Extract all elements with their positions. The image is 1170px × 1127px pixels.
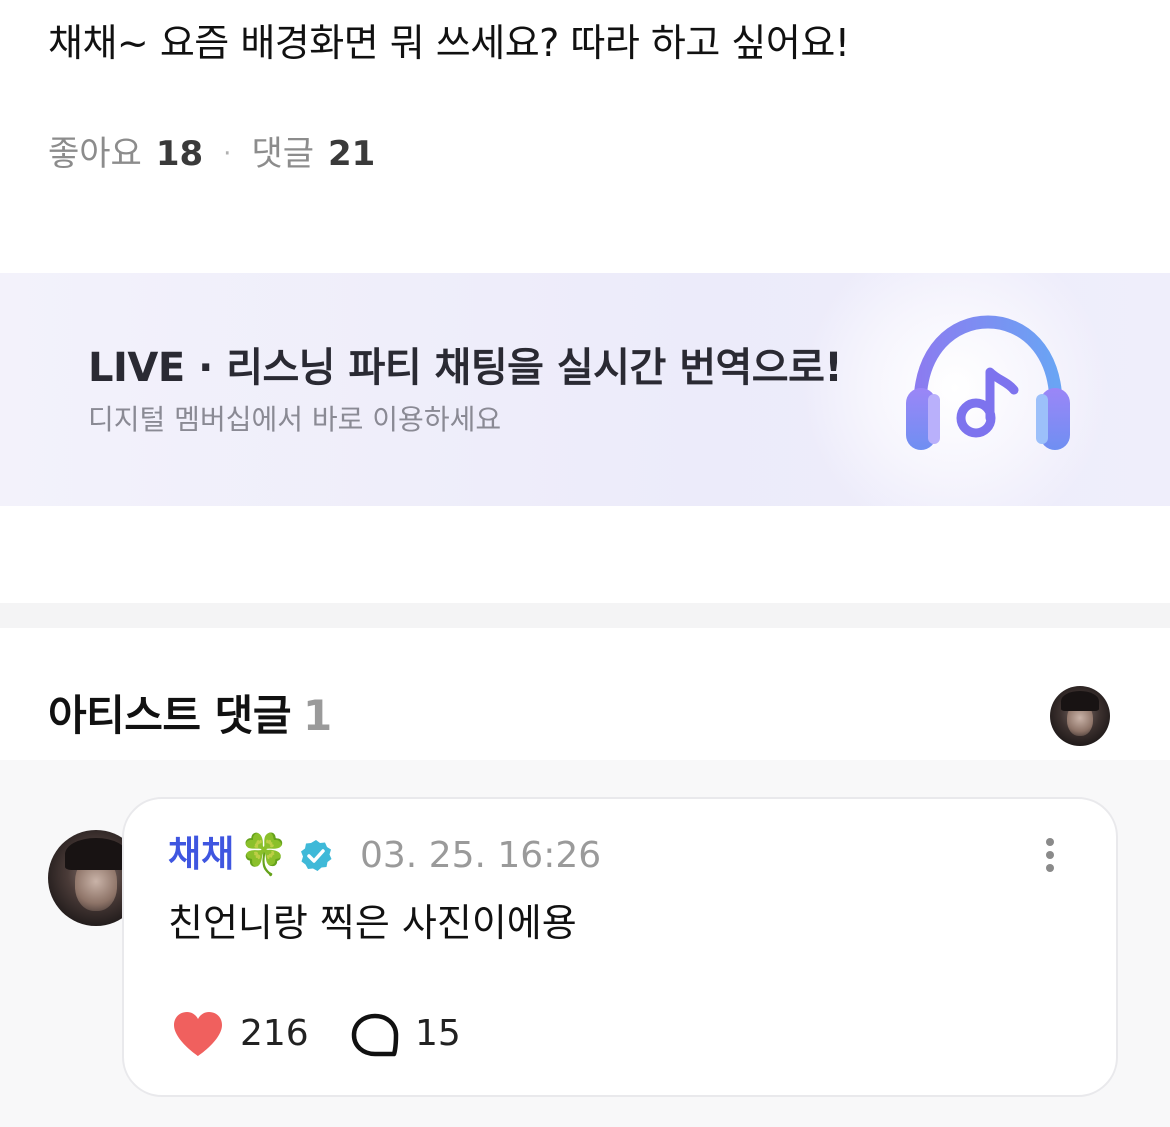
- likes-count[interactable]: 18: [156, 132, 203, 176]
- comment-timestamp: 03. 25. 16:26: [360, 835, 602, 876]
- post-stats: 좋아요 18 · 댓글 21: [48, 132, 375, 176]
- heart-icon[interactable]: [171, 1010, 225, 1058]
- comment-text: 친언니랑 찍은 사진이에용: [168, 901, 577, 945]
- comment-author-name[interactable]: 채채: [168, 832, 234, 878]
- more-options-icon[interactable]: [1035, 834, 1065, 878]
- reply-bubble-icon[interactable]: [350, 1012, 400, 1060]
- artist-comments-label: 아티스트 댓글: [48, 691, 291, 740]
- likes-label: 좋아요: [48, 134, 142, 174]
- avatar-hair: [1060, 690, 1100, 712]
- comments-count[interactable]: 21: [328, 132, 375, 176]
- headphones-music-icon: [906, 315, 1070, 450]
- section-divider: [0, 603, 1170, 628]
- comments-label: 댓글: [251, 134, 314, 174]
- post-text: 채채~ 요즘 배경화면 뭐 쓰세요? 따라 하고 싶어요!: [48, 21, 850, 65]
- reply-count: 15: [415, 1013, 461, 1054]
- artist-avatar[interactable]: [1050, 686, 1110, 746]
- banner-title: LIVE · 리스닝 파티 채팅을 실시간 번역으로!: [88, 345, 843, 391]
- avatar-hair: [65, 837, 127, 871]
- clover-emoji: 🍀: [239, 832, 289, 878]
- verified-badge-icon: [301, 840, 332, 871]
- stats-separator: ·: [223, 139, 232, 169]
- artist-comments-title: 아티스트 댓글 1: [48, 688, 332, 744]
- artist-comments-count: 1: [302, 691, 332, 740]
- banner-subtitle: 디지털 멤버십에서 바로 이용하세요: [88, 403, 502, 436]
- like-count: 216: [240, 1013, 309, 1054]
